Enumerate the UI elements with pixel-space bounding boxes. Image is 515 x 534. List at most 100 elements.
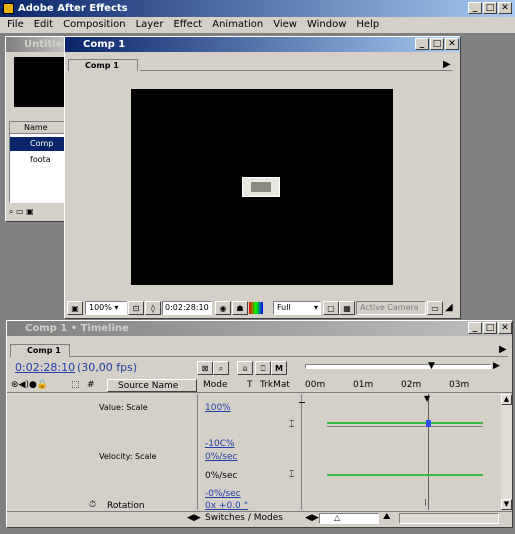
draft-3d-icon[interactable]: ⍝ [237,361,253,375]
timeline-tab[interactable]: Comp 1 [10,344,70,357]
camera-dropdown[interactable]: Active Camera [356,301,426,315]
stopwatch-icon[interactable]: ⏱ [89,500,96,510]
zoom-dropdown[interactable]: 100% ▾ [85,301,127,315]
resolution-dropdown[interactable]: Full ▾ [273,301,321,315]
current-time[interactable]: 0:02:28:10 [15,361,75,374]
zoom-value: 100% [89,303,112,312]
timeline-maximize-button[interactable]: □ [483,322,497,334]
project-item-footage[interactable]: foota [10,153,66,167]
frame-blend-icon[interactable]: ⍠ [255,361,271,375]
collapse-icon[interactable]: ◀▶ [187,513,201,523]
timeline-title: Comp 1 • Timeline [25,323,129,334]
layer-outline: Value: Scale 100% ⌶ -10C% Velocity: Scal… [7,394,302,511]
footage-content [251,182,271,192]
comp-viewer[interactable] [131,89,393,285]
snapshot-icon[interactable]: ◉ [215,301,231,315]
menu-bar: File Edit Composition Layer Effect Animation V… [2,17,513,33]
menu-file[interactable]: File [2,17,29,33]
velocity-scale-top[interactable]: -10C% [205,439,235,449]
live-update-icon[interactable]: ⌕ [213,361,229,375]
menu-help[interactable]: Help [351,17,384,33]
resolution-value: Full [277,303,291,312]
comp-title: Comp 1 [83,39,126,50]
menu-window[interactable]: Window [302,17,351,33]
transparency-grid-icon[interactable]: ▦ [339,301,355,315]
col-mode: Mode [203,380,228,390]
menu-effect[interactable]: Effect [168,17,207,33]
panel-menu-arrow-icon[interactable]: ▶ [443,59,451,70]
maximize-button[interactable]: □ [483,2,497,14]
zoom-slider[interactable]: △ [319,513,379,524]
safe-zones-icon[interactable]: ⊡ [128,301,144,315]
comp-title-bar: Comp 1 _ □ ✕ [65,37,460,52]
value-scale-label: Value: Scale [99,403,148,412]
av-switches-icon[interactable]: ⊛◀)●🔒 [11,380,48,390]
mask-icon[interactable]: ◊ [145,301,161,315]
comp-tab[interactable]: Comp 1 [68,59,138,71]
col-source-name[interactable]: Source Name [107,379,197,392]
ruler-01m: 01m [353,380,374,390]
navigator-end-icon[interactable]: ▶ [493,361,500,371]
comp-marker-icon[interactable]: ⊠ [197,361,213,375]
show-snapshot-icon[interactable]: ☗ [232,301,248,315]
menu-edit[interactable]: Edit [29,17,58,33]
menu-layer[interactable]: Layer [131,17,169,33]
time-navigator[interactable]: ▼ ▶ [303,361,500,375]
project-title: Untitled [24,39,70,50]
label-col-icon[interactable]: ⬚ [71,380,80,390]
switches-modes-toggle[interactable]: Switches / Modes [205,513,283,523]
rotation-value[interactable]: 0x +0.0 ° [205,501,248,511]
velocity-scale-label: Velocity: Scale [99,452,157,461]
text-cursor-icon: I [424,498,427,509]
vertical-scrollbar[interactable]: ▲ ▼ [501,394,512,510]
view-layout-icon[interactable]: ▭ [427,301,443,315]
navigator-handle-icon[interactable]: ▼ [428,361,435,371]
velocity-scale-value[interactable]: 0%/sec [205,452,237,462]
motion-blur-icon[interactable]: M [271,361,287,375]
close-button[interactable]: ✕ [498,2,512,14]
project-item-comp[interactable]: Comp [10,137,66,151]
project-col-name: Name [10,122,66,134]
timeline-tab-strip [70,344,508,357]
timeline-close-button[interactable]: ✕ [498,322,512,334]
graph-ease-icon[interactable]: ⌶ [289,420,294,430]
channel-icon[interactable] [249,302,263,314]
menu-animation[interactable]: Animation [207,17,268,33]
timeline-menu-arrow-icon[interactable]: ▶ [499,344,507,355]
timeline-minimize-button[interactable]: _ [468,322,482,334]
zoom-slider-thumb-icon[interactable]: △ [334,513,340,522]
comp-flowchart-icon[interactable]: ▣ [67,301,83,315]
current-time-indicator[interactable] [428,394,429,510]
scroll-down-icon[interactable]: ▼ [501,499,512,510]
value-scale-value[interactable]: 100% [205,403,231,413]
app-title-bar: Adobe After Effects _ □ ✕ [0,0,515,17]
minimize-button[interactable]: _ [468,2,482,14]
comp-maximize-button[interactable]: □ [430,38,444,50]
graph-ease-icon-2[interactable]: ⌶ [289,470,294,480]
comp-timecode[interactable]: 0:02:28:10 [162,301,212,315]
value-curve [327,422,483,424]
horizontal-scrollbar[interactable] [399,513,499,524]
layer-footage[interactable] [242,177,280,197]
zoom-mountain-icon[interactable]: ⛰ [383,512,391,522]
comp-close-button[interactable]: ✕ [445,38,459,50]
comp-tab-strip [140,59,452,71]
graph-area[interactable]: ▼ I [299,394,501,510]
folder-icon[interactable]: ▭ [16,207,24,216]
menu-view[interactable]: View [268,17,302,33]
scroll-arrows-icon[interactable]: ◀▶ [305,513,319,523]
resize-grip-icon[interactable]: ◢ [445,302,457,314]
comp-minimize-button[interactable]: _ [415,38,429,50]
find-icon[interactable]: ⌕ [9,207,13,216]
app-title: Adobe After Effects [18,3,128,14]
timeline-header-row: ⊛◀)●🔒 ⬚ # Source Name Mode T TrkMat 00m … [7,379,512,393]
menu-composition[interactable]: Composition [58,17,130,33]
ruler-03m: 03m [449,380,470,390]
scroll-up-icon[interactable]: ▲ [501,394,512,405]
roi-icon[interactable]: ▢ [323,301,339,315]
keyframe-marker[interactable] [426,420,431,427]
new-comp-icon[interactable]: ▣ [26,207,34,216]
keyframe-icon[interactable]: ▼ [424,394,430,403]
rotation-velocity[interactable]: -0%/sec [205,489,241,499]
ruler-02m: 02m [401,380,422,390]
